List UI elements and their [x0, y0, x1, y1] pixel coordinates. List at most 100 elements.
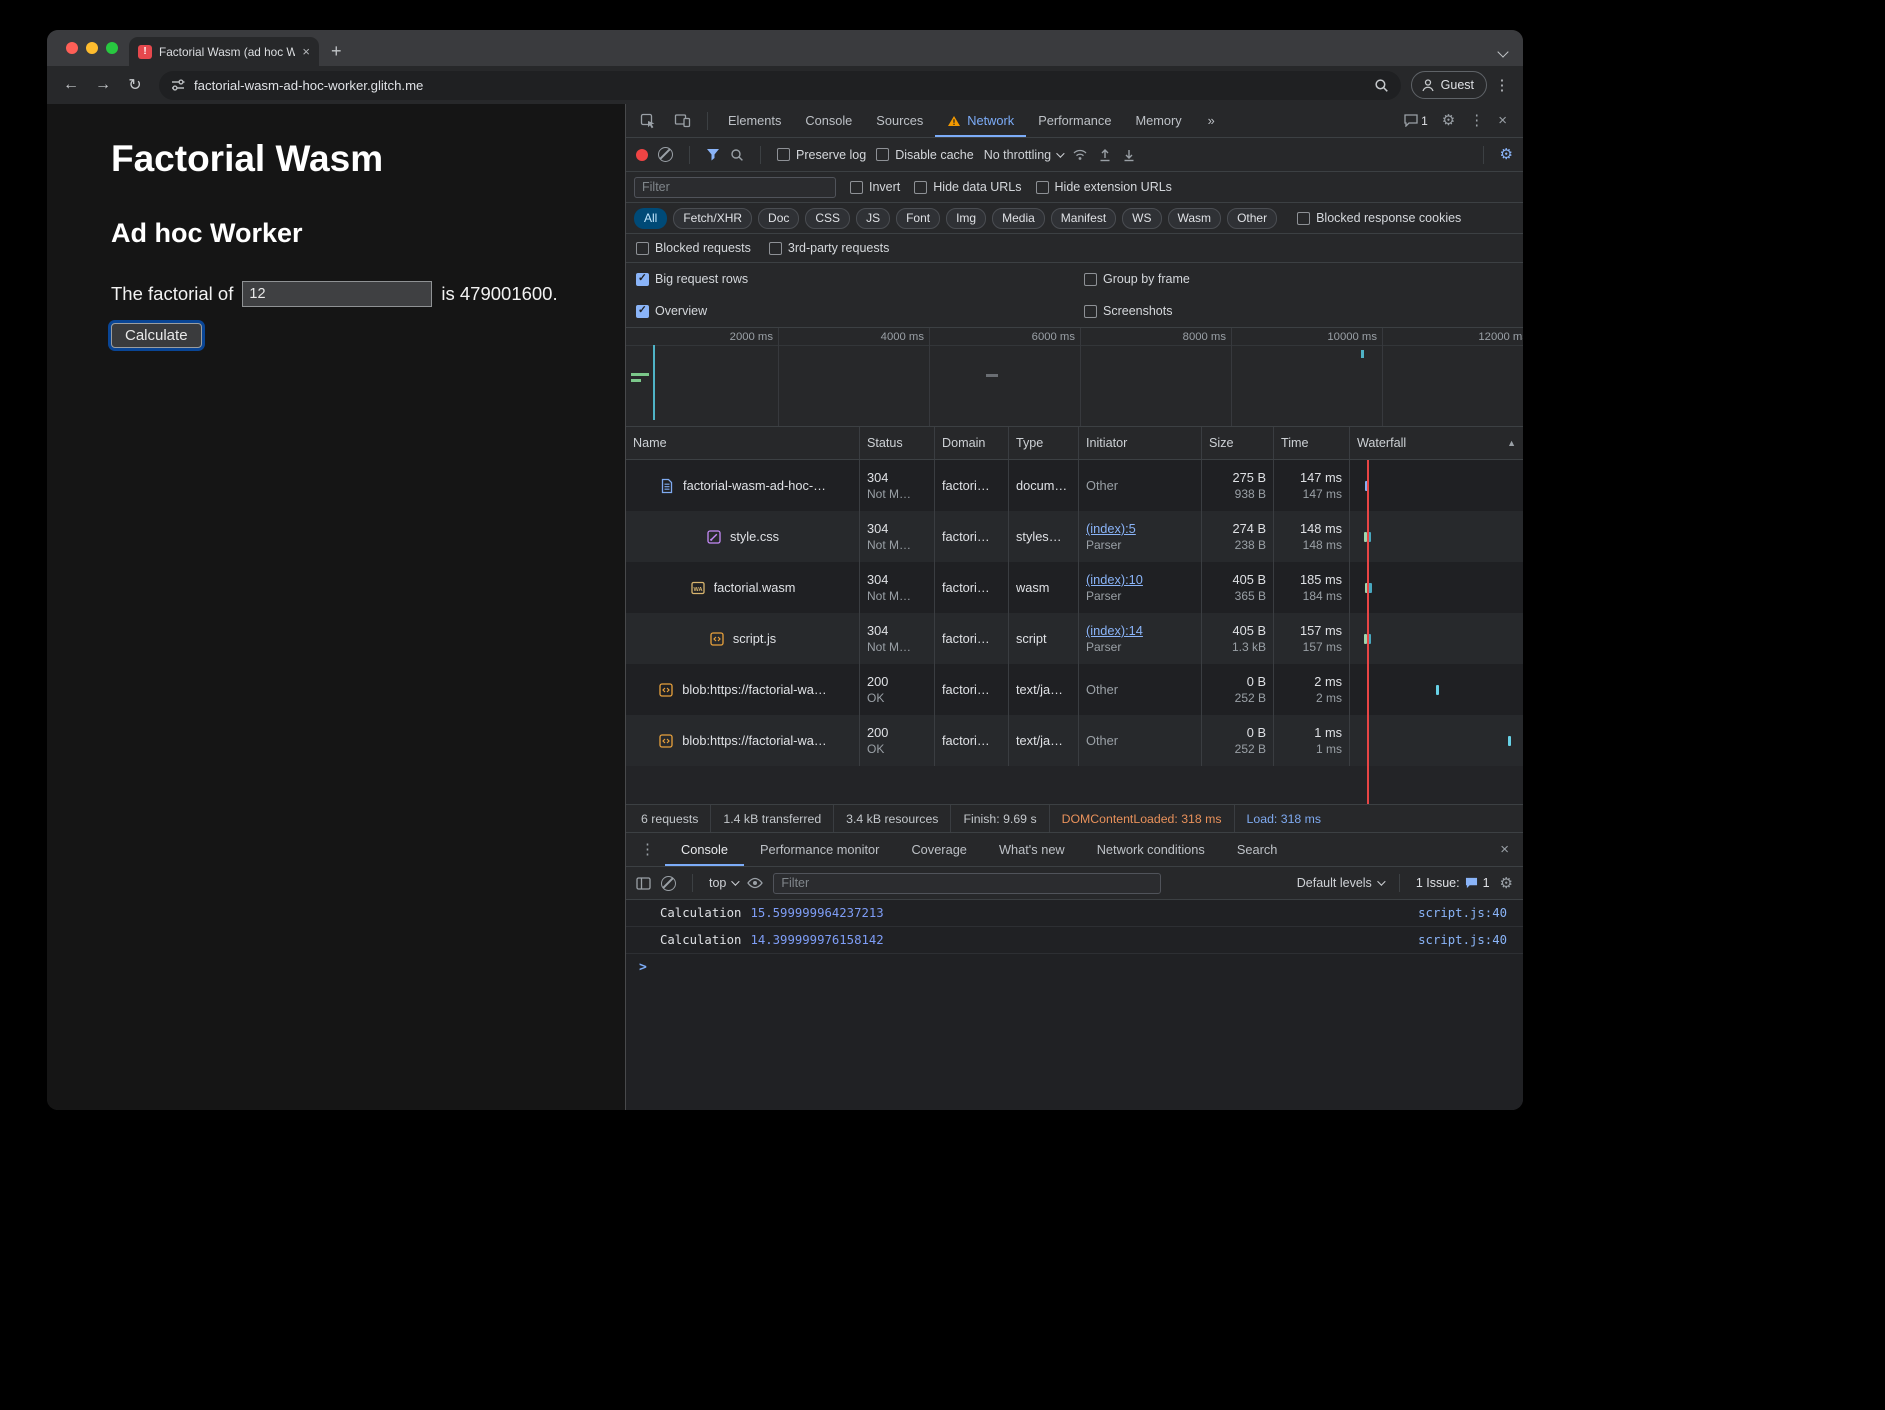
drawer-tab-console[interactable]: Console	[665, 833, 744, 866]
resource-filter-chip-js[interactable]: JS	[856, 208, 890, 229]
drawer-tab-performance-monitor[interactable]: Performance monitor	[744, 833, 895, 866]
drawer-menu-icon[interactable]: ⋮	[632, 842, 663, 857]
factorial-input[interactable]	[242, 281, 432, 307]
resource-filter-chip-manifest[interactable]: Manifest	[1051, 208, 1116, 229]
network-request-row[interactable]: WA factorial.wasm 304Not M… factori… was…	[626, 562, 1523, 613]
column-header-time[interactable]: Time	[1274, 427, 1350, 459]
resource-filter-chip-css[interactable]: CSS	[805, 208, 850, 229]
resource-filter-chip-other[interactable]: Other	[1227, 208, 1277, 229]
site-settings-icon[interactable]	[171, 78, 185, 92]
devtools-tab-network[interactable]: Network	[935, 104, 1026, 137]
source-location-link[interactable]: script.js:40	[1418, 933, 1507, 947]
network-overview-timeline[interactable]: 2000 ms4000 ms6000 ms8000 ms10000 ms1200…	[626, 328, 1523, 427]
minimize-window-button[interactable]	[86, 42, 98, 54]
forward-button[interactable]: →	[89, 71, 117, 99]
initiator-link[interactable]: (index):10	[1086, 571, 1194, 588]
drawer-tab-coverage[interactable]: Coverage	[895, 833, 983, 866]
group-by-frame-checkbox[interactable]: Group by frame	[1084, 272, 1513, 286]
column-header-name[interactable]: Name	[626, 427, 860, 459]
calculate-button[interactable]: Calculate	[111, 323, 202, 348]
devtools-menu-icon[interactable]: ⋮	[1469, 113, 1484, 128]
devtools-tab-performance[interactable]: Performance	[1026, 104, 1123, 137]
network-filter-input[interactable]	[634, 177, 836, 198]
network-request-row[interactable]: factorial-wasm-ad-hoc-… 304Not M… factor…	[626, 460, 1523, 511]
clear-network-log-icon[interactable]	[658, 147, 673, 162]
resource-filter-chip-fetch-xhr[interactable]: Fetch/XHR	[673, 208, 752, 229]
devtools-tab-console[interactable]: Console	[793, 104, 864, 137]
overview-checkbox[interactable]: Overview	[636, 304, 1084, 318]
big-request-rows-checkbox[interactable]: Big request rows	[636, 272, 1084, 286]
preserve-log-checkbox[interactable]: Preserve log	[777, 148, 866, 162]
drawer-tab-network-conditions[interactable]: Network conditions	[1081, 833, 1221, 866]
close-window-button[interactable]	[66, 42, 78, 54]
browser-menu-button[interactable]: ⋮	[1491, 76, 1513, 94]
console-prompt[interactable]: >	[626, 954, 1523, 980]
resource-filter-chip-img[interactable]: Img	[946, 208, 986, 229]
devtools-tab-sources[interactable]: Sources	[864, 104, 935, 137]
console-filter-input[interactable]	[773, 873, 1161, 894]
address-bar[interactable]: factorial-wasm-ad-hoc-worker.glitch.me	[159, 71, 1401, 100]
resource-filter-chip-ws[interactable]: WS	[1122, 208, 1161, 229]
browser-tab[interactable]: ! Factorial Wasm (ad hoc Work ×	[129, 37, 319, 66]
column-header-status[interactable]: Status	[860, 427, 935, 459]
blocked-response-cookies-checkbox[interactable]: Blocked response cookies	[1297, 211, 1461, 225]
hide-data-urls-checkbox[interactable]: Hide data URLs	[914, 180, 1021, 194]
tab-search-button[interactable]	[1499, 43, 1507, 61]
profile-button[interactable]: Guest	[1411, 71, 1487, 99]
hide-extension-urls-checkbox[interactable]: Hide extension URLs	[1036, 180, 1172, 194]
console-messages-icon[interactable]: 1	[1404, 114, 1428, 128]
network-conditions-icon[interactable]	[1072, 148, 1088, 161]
zoom-window-button[interactable]	[106, 42, 118, 54]
filter-funnel-icon[interactable]	[706, 148, 720, 161]
search-icon[interactable]	[730, 148, 744, 162]
drawer-tab-what-s-new[interactable]: What's new	[983, 833, 1081, 866]
inspect-element-icon[interactable]	[632, 113, 664, 129]
export-har-icon[interactable]	[1122, 148, 1136, 162]
device-toolbar-icon[interactable]	[666, 113, 699, 128]
screenshots-checkbox[interactable]: Screenshots	[1084, 304, 1513, 318]
console-context-select[interactable]: top	[709, 876, 737, 890]
issues-counter[interactable]: 1 Issue: 1	[1416, 876, 1490, 890]
eye-icon[interactable]	[747, 877, 763, 889]
network-request-row[interactable]: blob:https://factorial-wa… 200OK factori…	[626, 664, 1523, 715]
zoom-icon[interactable]	[1374, 78, 1389, 93]
resource-filter-chip-media[interactable]: Media	[992, 208, 1045, 229]
network-request-row[interactable]: style.css 304Not M… factori… styles… (in…	[626, 511, 1523, 562]
log-levels-select[interactable]: Default levels	[1297, 876, 1383, 890]
initiator-link[interactable]: (index):14	[1086, 622, 1194, 639]
initiator-link[interactable]: (index):5	[1086, 520, 1194, 537]
column-header-waterfall[interactable]: Waterfall▲	[1350, 427, 1523, 459]
source-location-link[interactable]: script.js:40	[1418, 906, 1507, 920]
drawer-tab-search[interactable]: Search	[1221, 833, 1294, 866]
console-settings-gear-icon[interactable]: ⚙	[1500, 876, 1513, 891]
column-header-size[interactable]: Size	[1202, 427, 1274, 459]
console-sidebar-icon[interactable]	[636, 877, 651, 890]
resource-filter-chip-doc[interactable]: Doc	[758, 208, 799, 229]
blocked-requests-checkbox[interactable]: Blocked requests	[636, 241, 751, 255]
column-header-type[interactable]: Type	[1009, 427, 1079, 459]
column-header-domain[interactable]: Domain	[935, 427, 1009, 459]
back-button[interactable]: ←	[57, 71, 85, 99]
devtools-tab-elements[interactable]: Elements	[716, 104, 793, 137]
clear-console-icon[interactable]	[661, 876, 676, 891]
more-tabs-button[interactable]: »	[1196, 104, 1227, 137]
column-header-initiator[interactable]: Initiator	[1079, 427, 1202, 459]
close-devtools-icon[interactable]: ×	[1498, 113, 1507, 128]
devtools-tab-memory[interactable]: Memory	[1123, 104, 1193, 137]
network-request-row[interactable]: blob:https://factorial-wa… 200OK factori…	[626, 715, 1523, 766]
resource-filter-chip-all[interactable]: All	[634, 208, 667, 229]
tab-close-icon[interactable]: ×	[302, 45, 310, 58]
network-request-row[interactable]: script.js 304Not M… factori… script (ind…	[626, 613, 1523, 664]
invert-checkbox[interactable]: Invert	[850, 180, 900, 194]
reload-button[interactable]: ↻	[121, 71, 149, 99]
disable-cache-checkbox[interactable]: Disable cache	[876, 148, 974, 162]
new-tab-button[interactable]: +	[331, 37, 342, 66]
throttling-select[interactable]: No throttling	[984, 148, 1062, 162]
close-drawer-icon[interactable]: ×	[1500, 842, 1517, 857]
resource-filter-chip-wasm[interactable]: Wasm	[1168, 208, 1222, 229]
record-network-log-button[interactable]	[636, 149, 648, 161]
network-settings-gear-icon[interactable]: ⚙	[1500, 147, 1513, 162]
settings-gear-icon[interactable]: ⚙	[1442, 113, 1455, 128]
import-har-icon[interactable]	[1098, 148, 1112, 162]
third-party-requests-checkbox[interactable]: 3rd-party requests	[769, 241, 889, 255]
